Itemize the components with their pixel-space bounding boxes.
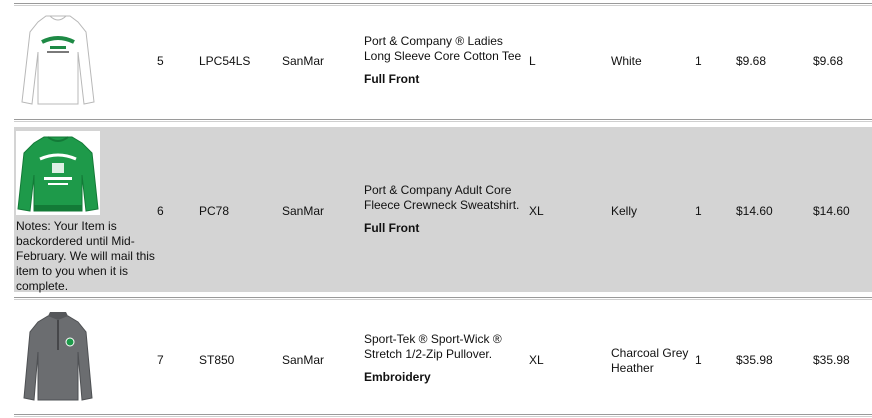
green-crewneck-sweatshirt-image xyxy=(16,131,100,215)
line-number: 5 xyxy=(157,54,164,68)
line-total: $35.98 xyxy=(813,353,850,367)
decoration-type: Full Front xyxy=(364,221,420,235)
item-color: Charcoal Grey Heather xyxy=(611,346,689,375)
item-size: XL xyxy=(529,204,544,218)
decoration-type: Full Front xyxy=(364,72,420,86)
row-separator xyxy=(14,297,872,300)
order-line-row: 5 LPC54LS SanMar Port & Company ® Ladies… xyxy=(14,8,872,118)
product-name: Sport-Tek ® Sport-Wick ® Stretch 1/2-Zip… xyxy=(364,332,502,361)
item-color: Kelly xyxy=(611,204,638,218)
order-line-row: Notes: Your Item is backordered until Mi… xyxy=(14,127,872,293)
item-vendor: SanMar xyxy=(282,54,325,68)
item-vendor: SanMar xyxy=(282,353,325,367)
white-long-sleeve-tee-image xyxy=(21,15,95,105)
unit-price: $35.98 xyxy=(736,353,773,367)
grey-half-zip-pullover-image xyxy=(23,312,93,401)
line-total: $9.68 xyxy=(813,54,844,68)
product-name: Port & Company Adult Core Fleece Crewnec… xyxy=(364,183,520,212)
unit-price: $14.60 xyxy=(736,204,773,218)
product-name: Port & Company ® Ladies Long Sleeve Core… xyxy=(364,34,522,63)
item-description: Port & Company Adult Core Fleece Crewnec… xyxy=(364,183,526,236)
item-quantity: 1 xyxy=(695,353,702,367)
row-separator xyxy=(14,119,872,122)
decoration-type: Embroidery xyxy=(364,370,431,384)
item-quantity: 1 xyxy=(695,54,702,68)
line-number: 6 xyxy=(157,204,164,218)
unit-price: $9.68 xyxy=(736,54,767,68)
item-quantity: 1 xyxy=(695,204,702,218)
row-separator xyxy=(14,3,872,6)
item-description: Sport-Tek ® Sport-Wick ® Stretch 1/2-Zip… xyxy=(364,332,526,385)
row-separator xyxy=(14,414,872,417)
item-sku: LPC54LS xyxy=(199,54,251,68)
item-sku: ST850 xyxy=(199,353,235,367)
order-line-row: 7 ST850 SanMar Sport-Tek ® Sport-Wick ® … xyxy=(14,304,872,414)
item-vendor: SanMar xyxy=(282,204,325,218)
item-size: L xyxy=(529,54,536,68)
line-total: $14.60 xyxy=(813,204,850,218)
line-number: 7 xyxy=(157,353,164,367)
item-color: White xyxy=(611,54,642,68)
item-description: Port & Company ® Ladies Long Sleeve Core… xyxy=(364,34,526,87)
item-sku: PC78 xyxy=(199,204,230,218)
backorder-notes: Notes: Your Item is backordered until Mi… xyxy=(16,219,155,293)
item-size: XL xyxy=(529,353,544,367)
